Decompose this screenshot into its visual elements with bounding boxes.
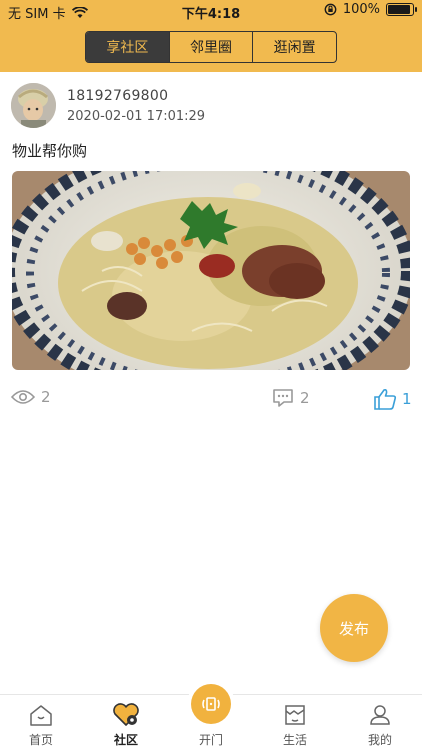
heart-location-icon (113, 703, 139, 726)
publish-button[interactable]: 发布 (320, 594, 388, 662)
tab-mine-label: 我的 (367, 733, 392, 747)
tab-community[interactable]: 社区 (96, 703, 156, 748)
tab-home[interactable]: 首页 (11, 703, 71, 748)
avatar-image (11, 83, 56, 128)
post-photo[interactable] (12, 171, 410, 370)
eye-icon (11, 390, 35, 404)
comments-stat[interactable]: 2 (272, 388, 310, 408)
like-button[interactable]: 1 (373, 388, 412, 410)
post-timestamp: 2020-02-01 17:01:29 (67, 109, 206, 124)
battery-percent: 100% (342, 2, 380, 17)
shop-icon (285, 705, 305, 725)
views-count: 2 (41, 388, 51, 406)
post-username: 18192769800 (67, 88, 169, 104)
segment-control: 享社区 邻里圈 逛闲置 (85, 31, 337, 63)
tab-neighborhood[interactable]: 邻里圈 (170, 32, 254, 62)
user-icon (370, 705, 390, 725)
food-photo-image (12, 171, 410, 370)
battery-icon (386, 3, 417, 16)
likes-count: 1 (402, 390, 412, 408)
thumbs-up-icon (374, 389, 397, 410)
home-icon (30, 705, 52, 726)
door-signal-icon (202, 697, 220, 711)
comment-icon (273, 389, 293, 407)
avatar[interactable] (11, 83, 56, 128)
tab-life[interactable]: 生活 (265, 703, 325, 748)
open-door-button[interactable] (187, 680, 235, 728)
header-bar: 无 SIM 卡 下午4:18 100% 享社区 邻里圈 逛闲置 (0, 0, 422, 72)
tab-life-label: 生活 (282, 733, 307, 747)
tab-mine[interactable]: 我的 (350, 703, 410, 748)
status-bar: 无 SIM 卡 下午4:18 100% (0, 0, 422, 22)
tab-second-hand[interactable]: 逛闲置 (253, 32, 336, 62)
tab-share-community[interactable]: 享社区 (86, 32, 170, 62)
post-stats: 2 2 1 (0, 388, 422, 412)
tab-open-door-label: 开门 (198, 733, 223, 747)
views-stat: 2 (11, 388, 51, 406)
tab-open-door[interactable]: 开门 (181, 731, 241, 748)
open-door-button-inner (191, 684, 231, 724)
comments-count: 2 (300, 389, 310, 407)
post-content: 物业帮你购 (12, 142, 88, 160)
tab-home-label: 首页 (28, 733, 53, 747)
tab-community-label: 社区 (113, 733, 138, 747)
orientation-lock-icon (324, 3, 337, 16)
status-right: 100% (324, 2, 417, 17)
